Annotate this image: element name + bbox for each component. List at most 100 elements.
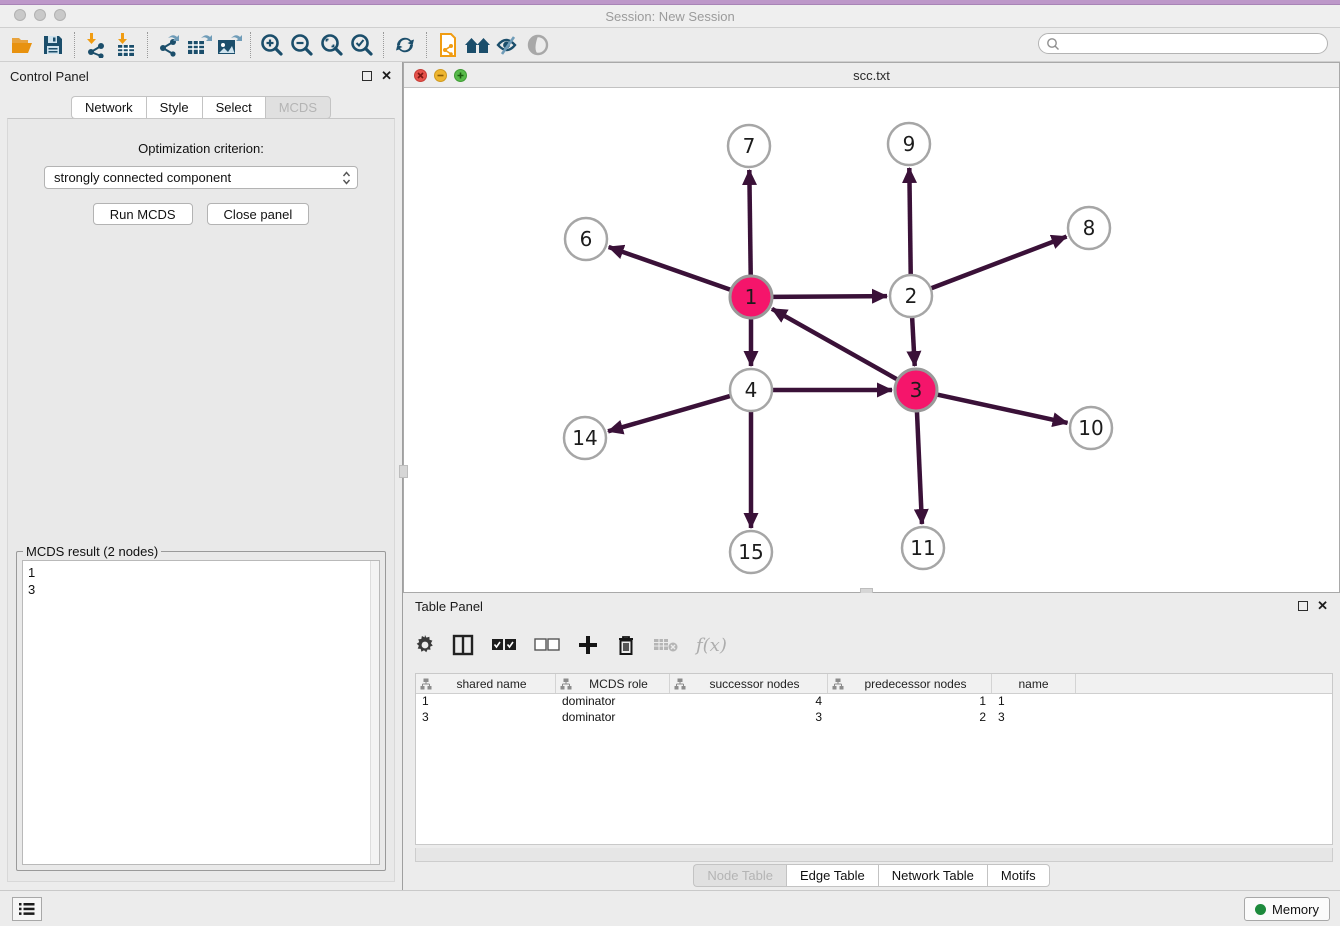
float-table-panel-icon[interactable] (1298, 601, 1308, 611)
search-icon (1046, 37, 1060, 51)
tab-motifs[interactable]: Motifs (987, 864, 1050, 887)
toolbar-separator (250, 32, 251, 58)
export-image-icon[interactable] (214, 31, 244, 59)
node-label-9: 9 (903, 132, 916, 156)
gear-icon[interactable] (415, 635, 435, 655)
edge-1-2[interactable] (772, 296, 887, 297)
edge-3-11[interactable] (917, 411, 922, 524)
zoom-selected-icon[interactable] (347, 31, 377, 59)
clone-network-icon[interactable] (433, 31, 463, 59)
hierarchy-icon (832, 678, 844, 690)
network-window-titlebar: scc.txt (404, 63, 1339, 88)
first-neighbors-icon[interactable] (463, 31, 493, 59)
table-row[interactable]: 1 dominator 4 1 1 (416, 694, 1332, 710)
memory-label: Memory (1272, 902, 1319, 917)
memory-status-icon (1255, 904, 1266, 915)
edge-2-9[interactable] (909, 168, 910, 275)
mcds-result-group: MCDS result (2 nodes) 1 3 (16, 551, 386, 871)
add-column-icon[interactable] (577, 634, 599, 656)
table-panel-title: Table Panel (415, 599, 483, 614)
table-row[interactable]: 3 dominator 3 2 3 (416, 710, 1332, 726)
search-input[interactable] (1038, 33, 1328, 54)
node-label-11: 11 (910, 536, 935, 560)
edge-4-14[interactable] (608, 396, 731, 432)
column-header-name[interactable]: name (992, 674, 1076, 693)
edge-2-8[interactable] (931, 237, 1067, 289)
network-window-title: scc.txt (404, 68, 1339, 83)
apply-layout-icon[interactable] (390, 31, 420, 59)
window-accent-stripe (0, 0, 1340, 5)
list-icon (19, 902, 35, 916)
window-title: Session: New Session (0, 9, 1340, 24)
column-header-predecessor-nodes[interactable]: predecessor nodes (828, 674, 992, 693)
vertical-splitter-grip[interactable] (399, 465, 408, 478)
status-bar: Memory (0, 890, 1340, 926)
tab-network[interactable]: Network (71, 96, 146, 119)
mcds-result-title: MCDS result (2 nodes) (23, 544, 161, 559)
graphics-details-icon[interactable] (493, 31, 523, 59)
edge-3-1[interactable] (772, 309, 898, 380)
tab-edge-table[interactable]: Edge Table (786, 864, 878, 887)
toolbar-separator (74, 32, 75, 58)
import-table-icon[interactable] (111, 31, 141, 59)
column-header-shared-name[interactable]: shared name (416, 674, 556, 693)
unselect-all-icon[interactable] (534, 638, 560, 652)
mcds-result-text: 1 3 (28, 564, 35, 598)
node-label-3: 3 (910, 378, 923, 402)
control-panel: Control Panel ✕ Network Style Select MCD… (0, 62, 403, 890)
optimization-criterion-select[interactable]: strongly connected component (44, 166, 358, 189)
memory-button[interactable]: Memory (1244, 897, 1330, 921)
hierarchy-icon (560, 678, 572, 690)
node-label-2: 2 (905, 284, 918, 308)
zoom-out-icon[interactable] (287, 31, 317, 59)
edge-2-3[interactable] (912, 317, 915, 366)
task-history-button[interactable] (12, 897, 42, 921)
toolbar-separator (383, 32, 384, 58)
tab-select[interactable]: Select (202, 96, 265, 119)
table-horizontal-scrollbar[interactable] (415, 848, 1333, 862)
result-scrollbar[interactable] (370, 561, 379, 864)
open-file-icon[interactable] (8, 31, 38, 59)
mcds-panel: Optimization criterion: strongly connect… (7, 118, 395, 882)
node-table[interactable]: shared name MCDS role successor nodes pr… (415, 673, 1333, 845)
select-stepper-icon (342, 171, 351, 185)
export-table-icon[interactable] (184, 31, 214, 59)
run-mcds-button[interactable]: Run MCDS (93, 203, 193, 225)
edge-3-10[interactable] (937, 394, 1068, 422)
control-panel-tabs: Network Style Select MCDS (0, 96, 402, 119)
mcds-result-textarea[interactable]: 1 3 (22, 560, 380, 865)
close-table-panel-icon[interactable]: ✕ (1317, 601, 1328, 611)
delete-column-icon[interactable] (616, 634, 636, 656)
table-toolbar: f(x) (415, 625, 727, 665)
export-network-icon[interactable] (154, 31, 184, 59)
close-panel-icon[interactable]: ✕ (381, 71, 392, 81)
optimization-criterion-label: Optimization criterion: (8, 141, 394, 156)
edge-1-7[interactable] (749, 170, 750, 276)
tab-mcds[interactable]: MCDS (265, 96, 331, 119)
column-header-mcds-role[interactable]: MCDS role (556, 674, 670, 693)
tab-network-table[interactable]: Network Table (878, 864, 987, 887)
zoom-in-icon[interactable] (257, 31, 287, 59)
save-session-icon[interactable] (38, 31, 68, 59)
hierarchy-icon (420, 678, 432, 690)
tab-node-table[interactable]: Node Table (693, 864, 786, 887)
control-panel-title: Control Panel (10, 69, 89, 84)
import-network-icon[interactable] (81, 31, 111, 59)
edge-1-6[interactable] (609, 247, 732, 290)
node-label-8: 8 (1083, 216, 1096, 240)
application-window: Session: New Session (0, 0, 1340, 926)
float-panel-icon[interactable] (362, 71, 372, 81)
table-header-row: shared name MCDS role successor nodes pr… (416, 674, 1332, 694)
node-label-6: 6 (580, 227, 593, 251)
select-all-icon[interactable] (491, 638, 517, 652)
birds-eye-icon[interactable] (523, 31, 553, 59)
network-canvas[interactable]: 7968124314101511 (404, 88, 1339, 592)
tab-style[interactable]: Style (146, 96, 202, 119)
column-split-icon[interactable] (452, 634, 474, 656)
close-panel-button[interactable]: Close panel (207, 203, 310, 225)
node-label-14: 14 (572, 426, 597, 450)
zoom-fit-icon[interactable] (317, 31, 347, 59)
table-tabs: Node Table Edge Table Network Table Moti… (403, 864, 1340, 887)
column-header-successor-nodes[interactable]: successor nodes (670, 674, 828, 693)
function-builder-icon: f(x) (696, 635, 727, 656)
